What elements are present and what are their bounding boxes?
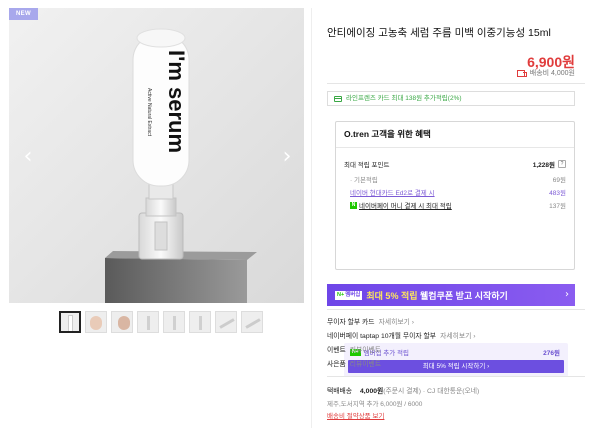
divider bbox=[327, 376, 585, 377]
card-points-value: 483원 bbox=[549, 190, 566, 197]
event-more-link[interactable]: 리뷰이벤트 bbox=[350, 361, 381, 368]
prev-arrow-icon[interactable]: ‹ bbox=[21, 146, 35, 168]
benefit-panel: O.tren 고객을 위한 혜택 최대 적립 포인트 1,228원 ? · 기본… bbox=[335, 121, 575, 377]
main-product-image[interactable]: NEW ‹ › I'm serum Active Natural Extract bbox=[9, 8, 304, 303]
money-points-row: N 네이버페이 머니 결제 시 최대 적립 137원 bbox=[350, 200, 566, 210]
thumbnail-1[interactable] bbox=[59, 311, 81, 333]
next-arrow-icon[interactable]: › bbox=[280, 146, 294, 168]
column-divider bbox=[311, 8, 312, 428]
event-label: 네이버페이 taptap 10개월 무이자 할부 bbox=[327, 333, 437, 340]
money-points-link[interactable]: 네이버페이 머니 결제 시 최대 적립 bbox=[359, 200, 452, 210]
thumbnail-7[interactable] bbox=[215, 311, 237, 333]
money-points-value: 137원 bbox=[549, 203, 566, 210]
delivery-extra: 제주,도서지역 추가 6,000원 / 6000 bbox=[327, 401, 423, 408]
event-label: 이벤트 bbox=[327, 347, 346, 354]
event-label: 무이자 할부 카드 bbox=[327, 319, 375, 326]
max-points-value: 1,228원 bbox=[532, 162, 555, 169]
chevron-right-icon: › bbox=[565, 289, 569, 300]
max-points-label: 최대 적립 포인트 bbox=[344, 162, 390, 169]
thumbnail-5[interactable] bbox=[163, 311, 185, 333]
card-offer-text: 라인프렌즈 카드 최대 138원 추가적립(2%) bbox=[346, 95, 462, 102]
delivery-fee: 4,000원 bbox=[360, 388, 384, 395]
product-gallery: NEW ‹ › I'm serum Active Natural Extract bbox=[9, 8, 304, 426]
divider bbox=[327, 83, 585, 84]
event-label: 사은품 bbox=[327, 361, 346, 368]
nplus-membership-badge: N+ 멤버십 bbox=[335, 290, 363, 300]
thumbnail-3[interactable] bbox=[111, 311, 133, 333]
max-points-row: 최대 적립 포인트 1,228원 ? bbox=[344, 159, 566, 169]
event-more-link[interactable]: 자세히보기 › bbox=[379, 319, 414, 326]
event-row: 이벤트 리뷰이벤트 bbox=[327, 344, 381, 354]
svg-text:I'm serum: I'm serum bbox=[164, 50, 189, 153]
product-info: 안티에이징 고농축 세럼 주름 미백 이중기능성 15ml 6,900원 배송비… bbox=[327, 0, 587, 428]
card-offer-banner[interactable]: 라인프렌즈 카드 최대 138원 추가적립(2%) bbox=[327, 91, 575, 106]
promo-badge-n: N+ bbox=[337, 291, 345, 298]
thumbnail-strip bbox=[59, 311, 263, 335]
thumbnail-8[interactable] bbox=[241, 311, 263, 333]
delivery-detail: (주문시 결제) · CJ 대한통운(오네) bbox=[383, 388, 480, 395]
event-more-link[interactable]: 리뷰이벤트 bbox=[350, 347, 381, 354]
delivery-info: 택배배송 4,000원(주문시 결제) · CJ 대한통운(오네) bbox=[327, 385, 479, 395]
new-badge: NEW bbox=[9, 8, 38, 20]
credit-card-icon bbox=[334, 95, 342, 102]
card-points-row: 네이버 현대카드 Ed2로 결제 시 483원 bbox=[350, 187, 566, 197]
thumbnail-2[interactable] bbox=[85, 311, 107, 333]
thumbnail-6[interactable] bbox=[189, 311, 211, 333]
membership-value: 276원 bbox=[543, 350, 560, 357]
naverpay-icon: N bbox=[350, 201, 357, 209]
promo-badge-text: 멤버십 bbox=[345, 291, 361, 298]
shipping-save-link[interactable]: 배송비 절약상품 보기 bbox=[327, 410, 384, 420]
help-icon[interactable]: ? bbox=[558, 160, 566, 168]
svg-text:Active Natural Extract: Active Natural Extract bbox=[146, 88, 152, 137]
basic-points-row: · 기본적립 69원 bbox=[350, 174, 566, 184]
welcome-coupon-banner[interactable]: N+ 멤버십 최대 5% 적립 웰컴쿠폰 받고 시작하기 › bbox=[327, 284, 575, 306]
event-row: 무이자 할부 카드 자세히보기 › bbox=[327, 316, 414, 326]
thumbnail-4[interactable] bbox=[137, 311, 159, 333]
card-points-link[interactable]: 네이버 현대카드 Ed2로 결제 시 bbox=[350, 187, 435, 197]
event-row: 사은품 리뷰이벤트 bbox=[327, 358, 381, 368]
truck-icon bbox=[516, 69, 527, 77]
promo-rest: 웰컴쿠폰 받고 시작하기 bbox=[417, 290, 508, 301]
serum-bottle-illustration: I'm serum Active Natural Extract bbox=[9, 8, 304, 303]
basic-points-label: · 기본적립 bbox=[350, 177, 378, 184]
divider bbox=[336, 147, 574, 148]
promo-highlight: 최대 5% 적립 bbox=[366, 290, 418, 301]
event-more-link[interactable]: 자세히보기 › bbox=[440, 333, 475, 340]
shipping-fee: 배송비 4,000원 bbox=[516, 68, 575, 78]
product-title: 안티에이징 고농축 세럼 주름 미백 이중기능성 15ml bbox=[327, 27, 551, 39]
basic-points-value: 69원 bbox=[552, 177, 566, 184]
delivery-label: 택배배송 bbox=[327, 388, 353, 395]
shipping-fee-text: 배송비 4,000원 bbox=[529, 70, 575, 77]
promo-text: 최대 5% 적립 웰컴쿠폰 받고 시작하기 bbox=[366, 289, 507, 302]
divider bbox=[327, 309, 585, 310]
benefit-title: O.tren 고객을 위한 혜택 bbox=[344, 129, 431, 139]
event-row: 네이버페이 taptap 10개월 무이자 할부 자세히보기 › bbox=[327, 330, 475, 340]
